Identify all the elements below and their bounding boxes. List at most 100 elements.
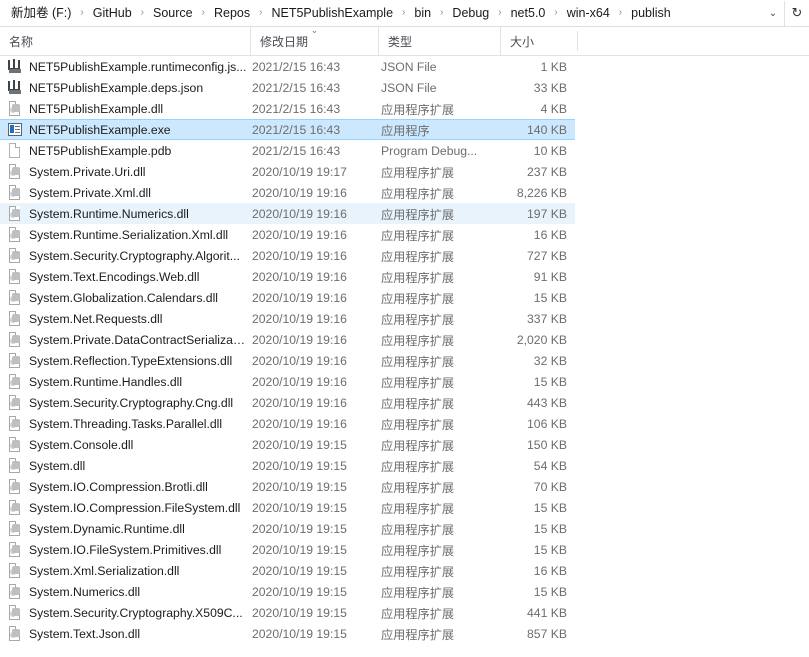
file-name-cell[interactable]: System.Text.Encodings.Web.dll (4, 266, 248, 287)
table-row[interactable]: NET5PublishExample.exe 2021/2/15 16:43 应用程… (0, 119, 575, 140)
table-row[interactable]: NET5PublishExample.deps.json 2021/2/15 16… (0, 77, 575, 98)
breadcrumb-item[interactable]: 新加卷 (F:) (7, 3, 75, 23)
table-row[interactable]: System.Runtime.Serialization.Xml.dll 2020… (0, 224, 575, 245)
file-date-cell: 2020/10/19 19:16 (252, 206, 347, 221)
table-row[interactable]: System.Numerics.dll 2020/10/19 19:15 应用程序扩… (0, 581, 575, 602)
file-name-cell[interactable]: NET5PublishExample.runtimeconfig.js... (4, 56, 248, 77)
file-name-cell[interactable]: System.Private.DataContractSerializati..… (4, 329, 248, 350)
table-row[interactable]: NET5PublishExample.runtimeconfig.js... 20… (0, 56, 575, 77)
table-row[interactable]: NET5PublishExample.dll 2021/2/15 16:43 应用程… (0, 98, 575, 119)
table-row[interactable]: System.Dynamic.Runtime.dll 2020/10/19 19:… (0, 518, 575, 539)
table-row[interactable]: System.Console.dll 2020/10/19 19:15 应用程序扩展… (0, 434, 575, 455)
breadcrumb-item[interactable]: Debug (448, 3, 493, 23)
table-row[interactable]: System.Runtime.Handles.dll 2020/10/19 19:… (0, 371, 575, 392)
file-type-cell: 应用程序扩展 (381, 438, 455, 453)
file-name-cell[interactable]: System.Private.Uri.dll (4, 161, 248, 182)
breadcrumb-item[interactable]: NET5PublishExample (267, 3, 397, 23)
file-name-label: NET5PublishExample.deps.json (29, 80, 204, 95)
file-name-cell[interactable]: NET5PublishExample.dll (4, 98, 248, 119)
breadcrumb-item[interactable]: publish (627, 3, 675, 23)
breadcrumb[interactable]: 新加卷 (F:) › GitHub › Source › Repos › NET5Publish… (0, 0, 762, 26)
table-row[interactable]: System.IO.Compression.FileSystem.dll 2020… (0, 497, 575, 518)
file-name-cell[interactable]: System.Xml.Serialization.dll (4, 560, 248, 581)
file-list[interactable]: NET5PublishExample.runtimeconfig.js... 20… (0, 56, 809, 657)
table-row[interactable]: System.Runtime.Numerics.dll 2020/10/19 19… (0, 203, 575, 224)
file-name-label: System.IO.Compression.Brotli.dll (29, 479, 208, 494)
column-header-date-modified[interactable]: 修改日期 ⌄ (250, 26, 378, 55)
file-name-cell[interactable]: System.Security.Cryptography.Algorit... (4, 245, 248, 266)
file-name-cell[interactable]: System.Numerics.dll (4, 581, 248, 602)
file-name-cell[interactable]: System.Private.Xml.dll (4, 182, 248, 203)
file-type-cell: 应用程序扩展 (381, 627, 455, 642)
table-row[interactable]: System.Private.Uri.dll 2020/10/19 19:17 应用… (0, 161, 575, 182)
table-row[interactable]: System.Security.Cryptography.Algorit... 2… (0, 245, 575, 266)
breadcrumb-item[interactable]: net5.0 (507, 3, 550, 23)
table-row[interactable]: System.Private.Xml.dll 2020/10/19 19:16 应用… (0, 182, 575, 203)
table-row[interactable]: System.dll 2020/10/19 19:15 应用程序扩展 54 KB (0, 455, 575, 476)
file-name-label: NET5PublishExample.runtimeconfig.js... (29, 59, 247, 74)
file-name-cell[interactable]: System.Runtime.Handles.dll (4, 371, 248, 392)
table-row[interactable]: System.IO.FileSystem.Primitives.dll 2020/… (0, 539, 575, 560)
column-header-date-label: 修改日期 (260, 34, 309, 49)
dll-file-icon (7, 226, 23, 243)
file-name-label: System.Security.Cryptography.Algorit... (29, 248, 240, 263)
file-type-cell: 应用程序扩展 (381, 375, 455, 390)
breadcrumb-item[interactable]: win-x64 (563, 3, 614, 23)
file-name-cell[interactable]: NET5PublishExample.deps.json (4, 77, 248, 98)
column-header-size[interactable]: 大小 (500, 27, 577, 55)
file-name-cell[interactable]: System.Security.Cryptography.Cng.dll (4, 392, 248, 413)
table-row[interactable]: System.Text.Encodings.Web.dll 2020/10/19 … (0, 266, 575, 287)
address-bar[interactable]: 新加卷 (F:) › GitHub › Source › Repos › NET5Publish… (0, 0, 809, 27)
file-name-cell[interactable]: System.IO.Compression.FileSystem.dll (4, 497, 248, 518)
file-name-cell[interactable]: System.Reflection.TypeExtensions.dll (4, 350, 248, 371)
table-row[interactable]: System.Text.Json.dll 2020/10/19 19:15 应用程序… (0, 623, 575, 644)
file-name-cell[interactable]: System.Threading.Tasks.Parallel.dll (4, 413, 248, 434)
file-type-cell: 应用程序扩展 (381, 333, 455, 348)
breadcrumb-item[interactable]: bin (410, 3, 435, 23)
column-header-name[interactable]: 名称 (0, 27, 250, 55)
dll-file-icon (7, 478, 23, 495)
file-name-cell[interactable]: System.Globalization.Calendars.dll (4, 287, 248, 308)
file-name-cell[interactable]: System.Text.Json.dll (4, 623, 248, 644)
refresh-icon[interactable]: ↻ (784, 0, 809, 26)
table-row[interactable]: System.Threading.Tasks.Parallel.dll 2020/… (0, 413, 575, 434)
breadcrumb-item[interactable]: GitHub (89, 3, 136, 23)
table-row[interactable]: System.Security.Cryptography.X509C... 202… (0, 602, 575, 623)
table-row[interactable]: System.IO.Compression.Brotli.dll 2020/10/… (0, 476, 575, 497)
file-name-cell[interactable]: System.Console.dll (4, 434, 248, 455)
dll-file-icon (7, 100, 23, 117)
file-name-cell[interactable]: System.Dynamic.Runtime.dll (4, 518, 248, 539)
column-header-type[interactable]: 类型 (378, 27, 500, 55)
file-size-cell: 10 KB (533, 143, 567, 158)
dll-file-icon (7, 352, 23, 369)
breadcrumb-separator: › (554, 7, 558, 18)
table-row[interactable]: System.Private.DataContractSerializati..… (0, 329, 575, 350)
table-row[interactable]: System.Security.Cryptography.Cng.dll 2020… (0, 392, 575, 413)
file-name-cell[interactable]: System.IO.Compression.Brotli.dll (4, 476, 248, 497)
file-name-cell[interactable]: NET5PublishExample.pdb (4, 140, 248, 161)
file-type-cell: 应用程序扩展 (381, 543, 455, 558)
file-name-cell[interactable]: System.Runtime.Serialization.Xml.dll (4, 224, 248, 245)
table-row[interactable]: NET5PublishExample.pdb 2021/2/15 16:43 Pro… (0, 140, 575, 161)
file-size-cell: 15 KB (533, 290, 567, 305)
breadcrumb-item[interactable]: Repos (210, 3, 254, 23)
breadcrumb-separator: › (440, 7, 444, 18)
file-name-cell[interactable]: System.Security.Cryptography.X509C... (4, 602, 248, 623)
file-date-cell: 2020/10/19 19:15 (252, 458, 347, 473)
chevron-down-icon[interactable]: ⌄ (762, 1, 784, 26)
table-row[interactable]: System.Globalization.Calendars.dll 2020/1… (0, 287, 575, 308)
column-divider[interactable] (577, 31, 578, 51)
breadcrumb-item[interactable]: Source (149, 3, 197, 23)
file-name-cell[interactable]: System.dll (4, 455, 248, 476)
file-name-cell[interactable]: System.Runtime.Numerics.dll (4, 203, 248, 224)
table-row[interactable]: System.Xml.Serialization.dll 2020/10/19 1… (0, 560, 575, 581)
file-name-cell[interactable]: NET5PublishExample.exe (4, 120, 248, 139)
file-name-cell[interactable]: System.Net.Requests.dll (4, 308, 248, 329)
dll-file-icon (7, 205, 23, 222)
file-date-cell: 2021/2/15 16:43 (252, 122, 341, 137)
file-name-cell[interactable]: System.IO.FileSystem.Primitives.dll (4, 539, 248, 560)
table-row[interactable]: System.Reflection.TypeExtensions.dll 2020… (0, 350, 575, 371)
file-name-label: System.Runtime.Serialization.Xml.dll (29, 227, 229, 242)
table-row[interactable]: System.Net.Requests.dll 2020/10/19 19:16 应… (0, 308, 575, 329)
file-date-cell: 2020/10/19 19:16 (252, 332, 347, 347)
